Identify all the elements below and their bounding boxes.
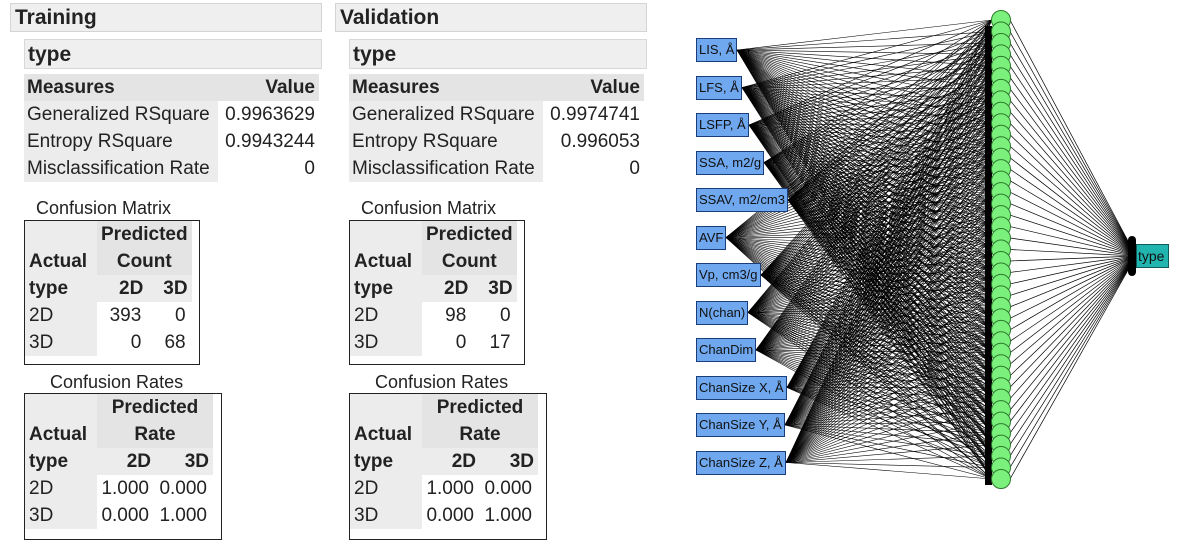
input-node: N(chan)	[696, 300, 749, 325]
network-edge	[1009, 168, 1137, 257]
network-edge	[1009, 54, 1137, 257]
network-edge	[1009, 77, 1137, 257]
network-edge	[1009, 255, 1137, 468]
arrowhead-band	[985, 26, 992, 485]
network-edge	[1009, 31, 1137, 257]
network-edges	[725, 19, 1137, 480]
input-node: LIS, Å	[696, 38, 738, 62]
network-edge	[1009, 19, 1137, 257]
network-edge	[1009, 111, 1137, 257]
input-node: Vp, cm3/g	[696, 263, 761, 287]
network-edge	[748, 31, 993, 126]
network-edge	[1009, 255, 1137, 445]
input-node: LSFP, Å	[696, 113, 749, 137]
input-node: ChanSize Y, Å	[696, 413, 785, 437]
network-edge	[1009, 255, 1137, 422]
neural-network-diagram	[725, 10, 1137, 489]
output-node: type	[1136, 244, 1169, 268]
network-edge	[1009, 249, 1137, 257]
network-edge	[1009, 255, 1137, 331]
network-edge	[1009, 65, 1137, 257]
network-edge	[1009, 100, 1137, 257]
network-edge	[1009, 134, 1137, 257]
input-node: ChanSize Z, Å	[696, 450, 786, 475]
hidden-node	[991, 469, 1011, 489]
network-edge	[1009, 255, 1137, 376]
network-edge	[785, 455, 993, 463]
input-node: ChanDim	[696, 338, 757, 362]
input-node: SSAV, m2/cm3	[696, 188, 788, 212]
network-edge	[1009, 255, 1137, 457]
network-edge	[1009, 255, 1137, 308]
input-node: AVF	[696, 225, 727, 250]
network-edge	[1009, 255, 1137, 411]
network-edge	[736, 31, 993, 51]
network-edge	[1009, 255, 1137, 365]
network-edge	[1009, 255, 1137, 399]
network-edge	[1009, 255, 1137, 434]
network-edge	[1009, 255, 1137, 342]
input-node: ChanSize X, Å	[696, 375, 787, 400]
input-node: SSA, m2/g	[696, 150, 765, 175]
network-edge	[1009, 237, 1137, 257]
network-edge	[736, 19, 993, 51]
network-edge	[1009, 145, 1137, 257]
input-node: LFS, Å	[696, 75, 742, 100]
output-arrowhead-band	[1128, 236, 1136, 276]
network-edge	[785, 444, 993, 463]
network-edge	[1009, 180, 1137, 257]
